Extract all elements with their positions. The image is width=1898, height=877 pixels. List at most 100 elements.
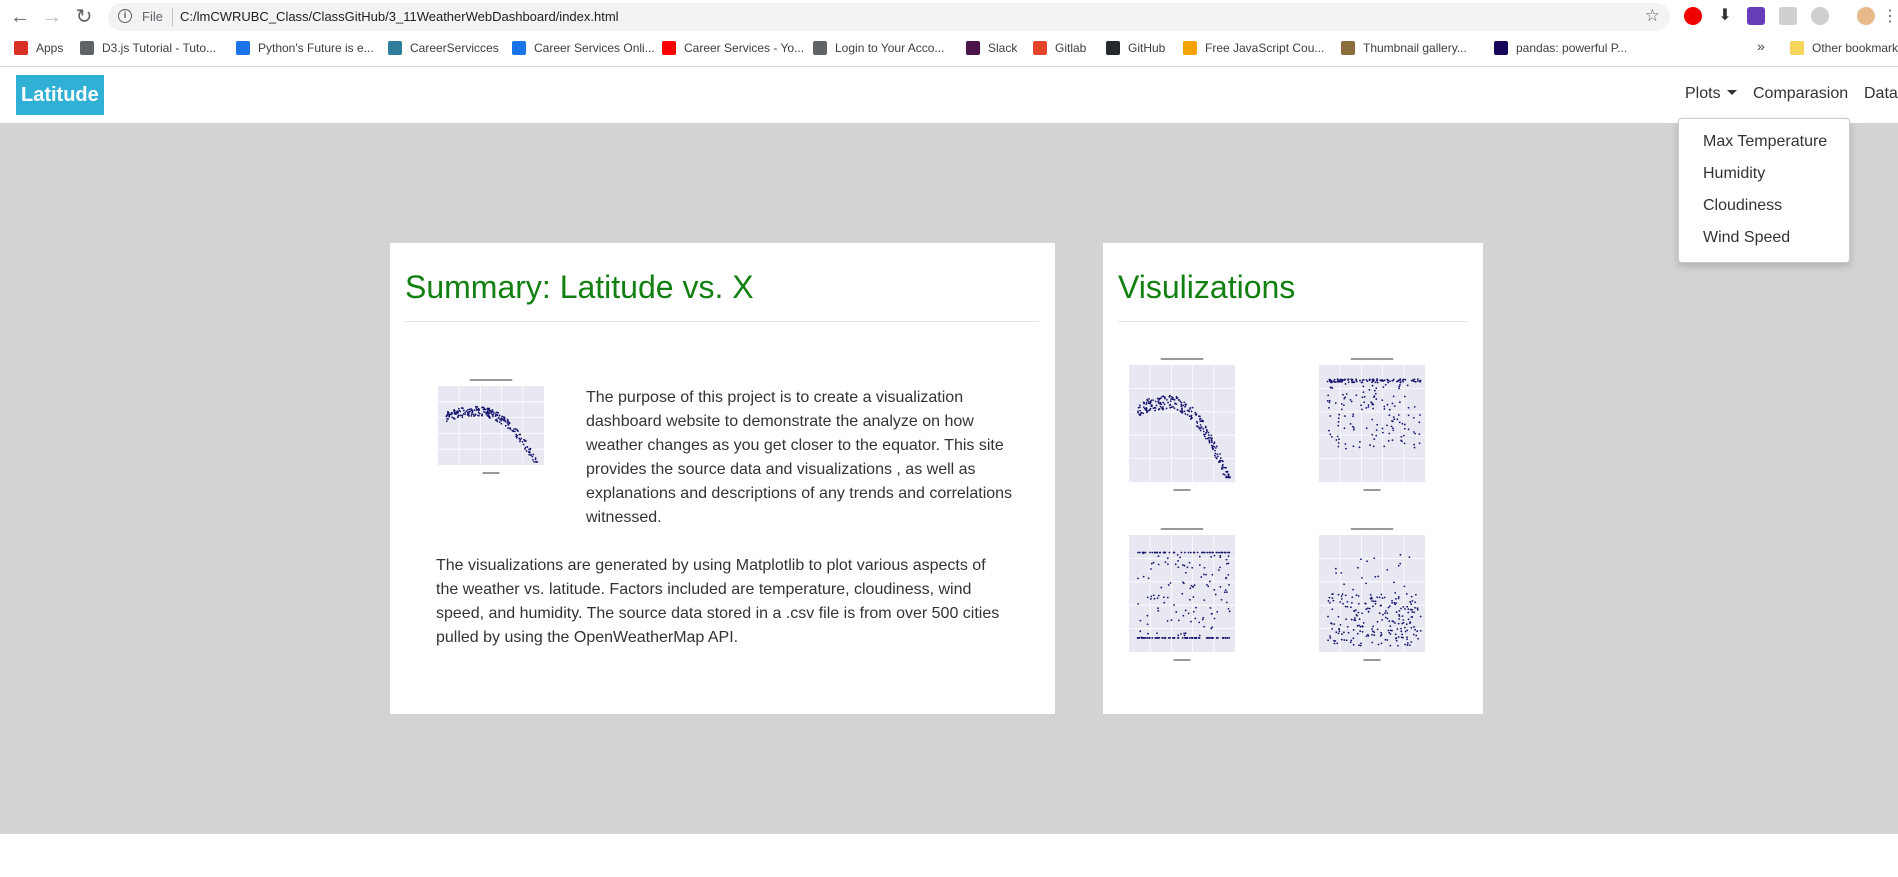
info-icon[interactable]: i [118,9,132,23]
plot-point [1335,439,1338,441]
plot-point [1342,602,1344,605]
plot-point [1353,381,1356,384]
dropdown-item-wind-speed[interactable]: Wind Speed [1703,229,1790,247]
summary-title: Summary: Latitude vs. X [405,269,754,305]
temperature-plot-thumbnail[interactable] [1117,355,1247,498]
plot-point [1152,399,1155,402]
plot-point [1208,441,1211,444]
dropdown-item-max-temperature[interactable]: Max Temperature [1703,133,1827,151]
plot-point [1194,617,1197,620]
plot-point [1383,407,1386,410]
download-extension-icon[interactable]: ⬇ [1716,7,1734,25]
plot-point [491,413,494,416]
dropdown-item-humidity[interactable]: Humidity [1703,165,1765,183]
plot-point [1381,619,1384,621]
plot-point [1152,407,1155,410]
plot-point [1327,615,1329,618]
reload-icon[interactable]: ↻ [72,5,96,29]
bookmark-item[interactable]: pandas: powerful P... [1494,41,1627,55]
plot-point [507,420,509,423]
plot-point [1338,628,1341,631]
plot-point [1347,631,1350,634]
plot-point [1225,475,1228,478]
nav-data[interactable]: Data [1864,85,1898,103]
plot-point [1190,414,1193,417]
plot-point [1361,612,1363,615]
plot-point [1217,569,1220,572]
opera-extension-icon[interactable] [1684,7,1702,25]
plot-point [1372,605,1374,608]
forward-arrow-icon[interactable]: → [40,5,64,29]
checklist-extension-icon[interactable] [1747,7,1765,25]
plot-point [1203,566,1206,569]
bookmark-item[interactable]: Gitlab [1033,41,1086,55]
plot-point [1334,402,1337,404]
plot-point [1387,629,1390,632]
plot-point [1406,636,1408,639]
plot-point [1365,582,1368,585]
plot-point [1366,380,1369,383]
plot-point [1353,617,1356,619]
bookmark-item[interactable]: CareerServicces [388,41,499,55]
plot-point [1207,585,1210,588]
bookmark-item[interactable]: Login to Your Acco... [813,41,944,55]
plot-point [1154,637,1157,639]
bookmark-item[interactable]: Career Services - Yo... [662,41,804,55]
plot-point [1383,405,1386,408]
plot-point [1184,637,1186,639]
plot-point [1154,409,1156,412]
plot-point [1343,583,1345,586]
gray-extension-icon[interactable] [1811,7,1829,25]
nav-plots-dropdown[interactable]: Plots [1685,85,1737,103]
back-arrow-icon[interactable]: ← [8,5,32,29]
plot-point [1381,597,1384,600]
url-text[interactable]: C:/lmCWRUBC_Class/ClassGitHub/3_11Weathe… [180,9,619,24]
plot-point [1391,420,1394,423]
profile-avatar-icon[interactable] [1857,7,1875,25]
plot-point [445,420,448,423]
plot-point [1208,580,1211,583]
plot-point [1384,383,1387,386]
plot-point [1179,400,1182,403]
max-temperature-thumbnail[interactable] [426,376,556,481]
plot-point [1338,379,1341,382]
bookmark-item[interactable]: Free JavaScript Cou... [1183,41,1324,55]
slack-icon [966,41,980,55]
bookmark-item[interactable]: Career Services Onli... [512,41,655,55]
plot-point [1219,554,1222,557]
bookmark-item[interactable]: Python's Future is e... [236,41,374,55]
bookmark-item[interactable]: D3.js Tutorial - Tuto... [80,41,216,55]
browser-menu-icon[interactable]: ⋮ [1878,5,1898,29]
bookmark-item[interactable]: Thumbnail gallery... [1341,41,1467,55]
plot-point [1192,586,1194,588]
cloudiness-plot-thumbnail[interactable] [1117,525,1247,668]
plot-point [1365,635,1368,637]
plot-point [461,414,464,417]
plot-point [1184,403,1187,406]
plot-point [1367,634,1370,637]
plot-point [468,408,471,411]
address-bar[interactable]: i File C:/lmCWRUBC_Class/ClassGitHub/3_1… [108,3,1670,31]
more-bookmarks-chevron[interactable]: » [1757,38,1765,54]
apps-grid-icon [14,41,28,55]
plot-point [496,420,499,423]
plot-point [1157,563,1160,566]
star-icon[interactable]: ☆ [1645,6,1660,26]
plot-point [524,439,526,442]
plot-point [1193,584,1196,587]
bookmark-item[interactable]: Apps [14,41,63,55]
bookmark-item[interactable]: Slack [966,41,1017,55]
bookmark-item[interactable]: GitHub [1106,41,1165,55]
nav-comparison[interactable]: Comparasion [1753,85,1848,103]
plot-point [1186,566,1189,569]
pdf-extension-icon[interactable] [1779,7,1797,25]
wind-speed-plot-thumbnail[interactable] [1307,525,1437,668]
plot-point [495,413,498,416]
brand-logo[interactable]: Latitude [16,75,104,115]
plot-point [1375,387,1378,390]
plot-point [1366,560,1368,563]
humidity-plot-thumbnail[interactable] [1307,355,1437,498]
plot-point [1387,379,1390,382]
other-bookmarks[interactable]: Other bookmarks [1790,41,1898,55]
dropdown-item-cloudiness[interactable]: Cloudiness [1703,197,1782,215]
